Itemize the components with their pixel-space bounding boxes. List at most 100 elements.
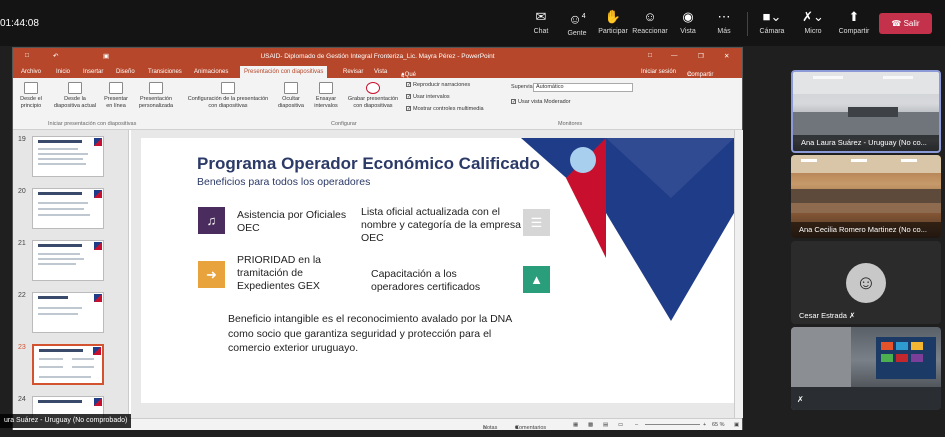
benefit-assistance: Asistencia por Oficiales OEC [237, 209, 347, 234]
check-icon: ✓ [511, 99, 517, 105]
benefit-official-list: Lista oficial actualizada con el nombre … [361, 206, 521, 244]
media-controls-checkbox[interactable]: ✓ Mostrar controles multimedia [406, 106, 484, 112]
zoom-level[interactable]: 65 % [712, 422, 725, 428]
react-icon: ☺ [643, 9, 657, 24]
slide-thumb[interactable] [32, 240, 104, 281]
slide-thumb[interactable] [32, 136, 104, 177]
group-label-setup: Configurar [331, 121, 357, 127]
slide-thumb-active[interactable] [32, 344, 104, 385]
use-timings-checkbox[interactable]: ✓ Usar intervalos [406, 94, 450, 100]
view-icon: ◉ [682, 9, 694, 24]
maximize-icon[interactable]: ❐ [698, 52, 704, 60]
hide-slide-icon [284, 82, 298, 94]
slide-thumb[interactable] [32, 292, 104, 333]
online-icon [109, 82, 123, 94]
more-icon: ⋯ [717, 9, 731, 24]
benefit-priority: PRIORIDAD en la tramitación de Expedient… [237, 254, 322, 292]
hide-slide-button[interactable]: Ocultar diapositiva [273, 82, 309, 110]
participant-tile[interactable]: Ana Cecilia Romero Martinez (No co... [791, 155, 941, 238]
thumb-number: 23 [18, 344, 26, 351]
participant-tile[interactable]: Ana Laura Suárez - Uruguay (No co... [791, 70, 941, 153]
leave-button[interactable]: ☎ Salir [879, 13, 932, 34]
monitor-select[interactable]: Automático [533, 83, 633, 92]
mic-muted-icon: ✗ [797, 395, 804, 404]
participant-tile[interactable]: ✗ [791, 327, 941, 410]
participant-tile[interactable]: ☺ Cesar Estrada ✗ [791, 241, 941, 324]
shared-screen: □ ↶ ▣ USAID- Diplomado de Gestión Integr… [12, 47, 743, 431]
camera-icon: ■⌄ [762, 9, 782, 24]
ribbon-display-icon[interactable]: □ [648, 52, 652, 59]
react-button[interactable]: ☺ Reaccionar [630, 9, 670, 35]
mic-muted-icon: ✗⌄ [802, 9, 824, 24]
camera-button[interactable]: ■⌄ Cámara [752, 9, 792, 35]
avatar-icon: ☺ [846, 263, 886, 303]
people-button[interactable]: ☺4 Gente [557, 9, 597, 37]
check-icon: ✓ [406, 106, 412, 112]
check-icon: ✓ [406, 94, 412, 100]
custom-show-button[interactable]: Presentación personalizada [133, 82, 179, 110]
fit-slide-icon[interactable]: ▣ [734, 422, 739, 428]
meeting-toolbar: 01:44:08 ✉ Chat ☺4 Gente ✋ Participar ☺ … [0, 0, 945, 46]
play-icon [24, 82, 38, 94]
share-icon: ⬆ [848, 9, 860, 24]
bell-icon: ♫ [198, 207, 225, 234]
login-icon: ➜ [198, 261, 225, 288]
people-icon: ☺4 [568, 11, 586, 27]
menu-archivo[interactable]: Archivo [21, 69, 41, 75]
mic-muted-icon: ✗ [849, 311, 856, 320]
menu-presentacion[interactable]: Presentación con diapositivas [240, 66, 328, 78]
slideshow-view-icon[interactable]: ▭ [618, 422, 623, 428]
thumb-number: 21 [18, 240, 26, 247]
participant-name: Cesar Estrada ✗ [799, 311, 856, 320]
thumb-number: 19 [18, 136, 26, 143]
setup-show-button[interactable]: Configuración de la presentación con dia… [186, 82, 270, 110]
record-show-button[interactable]: Grabar presentación con diapositivas [343, 82, 403, 110]
slide-title: Programa Operador Económico Calificado [197, 154, 540, 173]
zoom-slider[interactable] [645, 424, 700, 425]
signin-link[interactable]: Iniciar sesión [641, 69, 676, 75]
current-slide[interactable]: Programa Operador Económico Calificado B… [141, 138, 734, 403]
vertical-scrollbar[interactable] [734, 130, 743, 418]
menu-insertar[interactable]: Insertar [83, 69, 103, 75]
close-icon[interactable]: ✕ [724, 52, 729, 60]
presenter-view-checkbox[interactable]: ✓ Usar vista Moderador [511, 99, 571, 105]
active-speaker-name: ura Suárez - Uruguay (No comprobado) [0, 414, 132, 428]
menu-transiciones[interactable]: Transiciones [148, 69, 182, 75]
share-button[interactable]: ⬆ Compartir [835, 9, 873, 35]
reading-view-icon[interactable]: ▤ [603, 422, 608, 428]
menu-revisar[interactable]: Revisar [343, 69, 363, 75]
rehearse-timings-button[interactable]: Ensayar intervalos [311, 82, 341, 110]
from-current-button[interactable]: Desde la diapositiva actual [53, 82, 97, 110]
menu-animaciones[interactable]: Animaciones [194, 69, 228, 75]
thumb-number: 24 [18, 396, 26, 403]
menu-vista[interactable]: Vista [374, 69, 387, 75]
play-narrations-checkbox[interactable]: ✓ Reproducir narraciones [406, 82, 470, 88]
chat-button[interactable]: ✉ Chat [521, 9, 561, 35]
from-beginning-button[interactable]: Desde el principio [15, 82, 47, 110]
thumb-number: 22 [18, 292, 26, 299]
sorter-view-icon[interactable]: ▩ [588, 422, 593, 428]
menu-inicio[interactable]: Inicio [56, 69, 70, 75]
zoom-in-icon[interactable]: + [703, 422, 706, 428]
zoom-out-icon[interactable]: – [635, 422, 638, 428]
phone-icon: ☎ [891, 19, 902, 28]
slide-editor: Programa Operador Económico Calificado B… [131, 130, 743, 418]
slide-thumb[interactable] [32, 188, 104, 229]
ppt-ribbon: Desde el principio Desde la diapositiva … [13, 78, 742, 130]
present-online-button[interactable]: Presentar en línea [101, 82, 131, 110]
view-button[interactable]: ◉ Vista [668, 9, 708, 35]
group-label-monitors: Monitores [558, 121, 583, 127]
minimize-icon[interactable]: — [671, 52, 678, 59]
ppt-titlebar: □ ↶ ▣ USAID- Diplomado de Gestión Integr… [13, 48, 742, 66]
play-icon [68, 82, 82, 94]
toolbar-divider [747, 12, 748, 36]
slide-decoration [521, 138, 734, 321]
list-icon: ☰ [523, 209, 550, 236]
setup-icon [221, 82, 235, 94]
normal-view-icon[interactable]: ▦ [573, 422, 578, 428]
more-button[interactable]: ⋯ Más [704, 9, 744, 35]
menu-diseno[interactable]: Diseño [116, 69, 135, 75]
mic-button[interactable]: ✗⌄ Micro [795, 9, 831, 35]
graduation-cap-icon: ▲ [523, 266, 550, 293]
raise-hand-button[interactable]: ✋ Participar [593, 9, 633, 35]
